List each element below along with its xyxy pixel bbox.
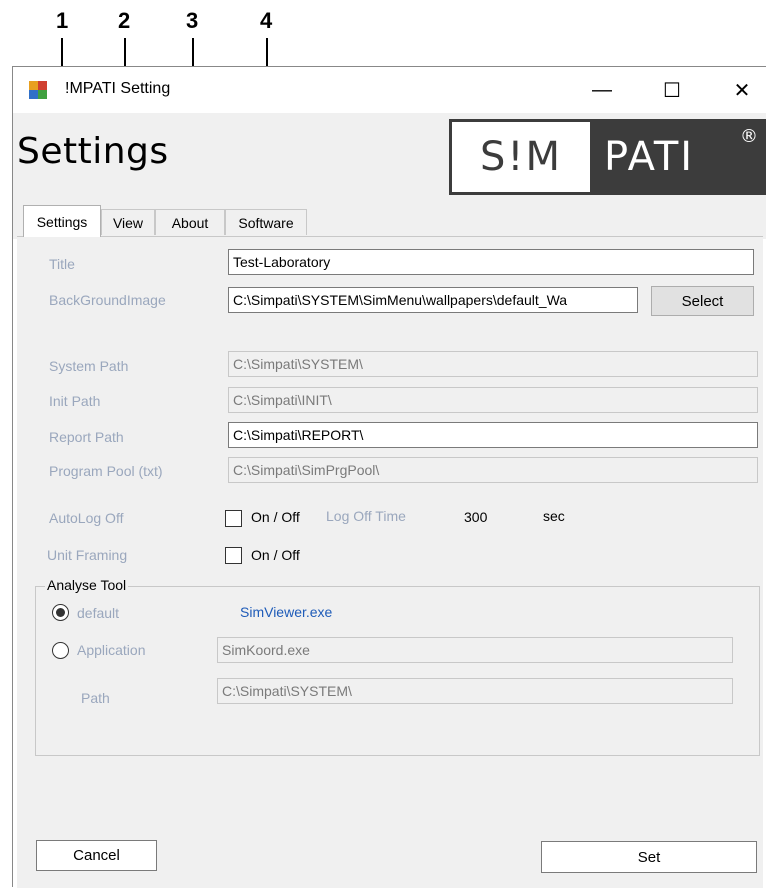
application-input[interactable]: SimKoord.exe bbox=[217, 637, 733, 663]
callout-3: 3 bbox=[186, 8, 199, 33]
program-pool-input[interactable]: C:\Simpati\SimPrgPool\ bbox=[228, 457, 758, 483]
simpati-logo: S!M PATI ® bbox=[449, 119, 766, 195]
cancel-button[interactable]: Cancel bbox=[36, 840, 157, 871]
default-radio-label[interactable]: default bbox=[77, 605, 119, 621]
path-input[interactable]: C:\Simpati\SYSTEM\ bbox=[217, 678, 733, 704]
minimize-button[interactable]: — bbox=[579, 67, 625, 113]
radio-selected-dot bbox=[56, 608, 65, 617]
system-path-input[interactable]: C:\Simpati\SYSTEM\ bbox=[228, 351, 758, 377]
unit-framing-checkbox-label[interactable]: On / Off bbox=[251, 547, 300, 563]
unit-framing-checkbox[interactable] bbox=[225, 547, 242, 564]
app-icon bbox=[29, 81, 47, 99]
page-title: Settings bbox=[17, 131, 169, 172]
window-title: !MPATI Setting bbox=[65, 80, 171, 97]
logo-right-box: PATI ® bbox=[590, 122, 764, 192]
report-path-label: Report Path bbox=[49, 429, 124, 445]
title-input[interactable]: Test-Laboratory bbox=[228, 249, 754, 275]
logoff-time-value[interactable]: 300 bbox=[464, 509, 487, 525]
logoff-unit: sec bbox=[543, 508, 565, 524]
analyse-tool-group bbox=[35, 586, 760, 756]
init-path-input[interactable]: C:\Simpati\INIT\ bbox=[228, 387, 758, 413]
autolog-off-checkbox-label[interactable]: On / Off bbox=[251, 509, 300, 525]
tab-view[interactable]: View bbox=[101, 209, 155, 235]
settings-window: !MPATI Setting — ☐ ✕ Settings S!M PATI ®… bbox=[12, 66, 766, 888]
title-bar[interactable]: !MPATI Setting — ☐ ✕ bbox=[13, 67, 766, 113]
logo-right-text: PATI bbox=[604, 134, 695, 180]
program-pool-label: Program Pool (txt) bbox=[49, 463, 163, 479]
callout-4: 4 bbox=[260, 8, 273, 33]
analyse-tool-legend: Analyse Tool bbox=[45, 577, 129, 593]
background-image-label: BackGroundImage bbox=[49, 292, 166, 308]
unit-framing-label: Unit Framing bbox=[47, 547, 128, 563]
title-label: Title bbox=[49, 256, 75, 272]
path-label: Path bbox=[81, 690, 110, 706]
tab-settings[interactable]: Settings bbox=[23, 205, 101, 237]
init-path-label: Init Path bbox=[49, 393, 101, 409]
tab-software[interactable]: Software bbox=[225, 209, 307, 235]
settings-panel bbox=[17, 236, 763, 888]
logo-left-text: S!M bbox=[452, 122, 590, 192]
application-radio[interactable] bbox=[52, 642, 69, 659]
background-image-input[interactable]: C:\Simpati\SYSTEM\SimMenu\wallpapers\def… bbox=[228, 287, 638, 313]
close-button[interactable]: ✕ bbox=[719, 67, 765, 113]
callout-2: 2 bbox=[118, 8, 131, 33]
report-path-input[interactable]: C:\Simpati\REPORT\ bbox=[228, 422, 758, 448]
default-radio[interactable] bbox=[52, 604, 69, 621]
tab-about[interactable]: About bbox=[155, 209, 225, 235]
autolog-off-checkbox[interactable] bbox=[225, 510, 242, 527]
set-button[interactable]: Set bbox=[541, 841, 757, 873]
registered-mark: ® bbox=[740, 126, 760, 147]
default-tool-value: SimViewer.exe bbox=[240, 604, 333, 620]
system-path-label: System Path bbox=[49, 358, 129, 374]
maximize-button[interactable]: ☐ bbox=[649, 67, 695, 113]
header-banner: Settings S!M PATI ® bbox=[13, 113, 766, 213]
application-radio-label[interactable]: Application bbox=[77, 642, 146, 658]
select-button[interactable]: Select bbox=[651, 286, 754, 316]
autolog-off-label: AutoLog Off bbox=[49, 510, 124, 526]
logoff-time-label: Log Off Time bbox=[326, 508, 406, 524]
callout-1: 1 bbox=[56, 8, 69, 33]
